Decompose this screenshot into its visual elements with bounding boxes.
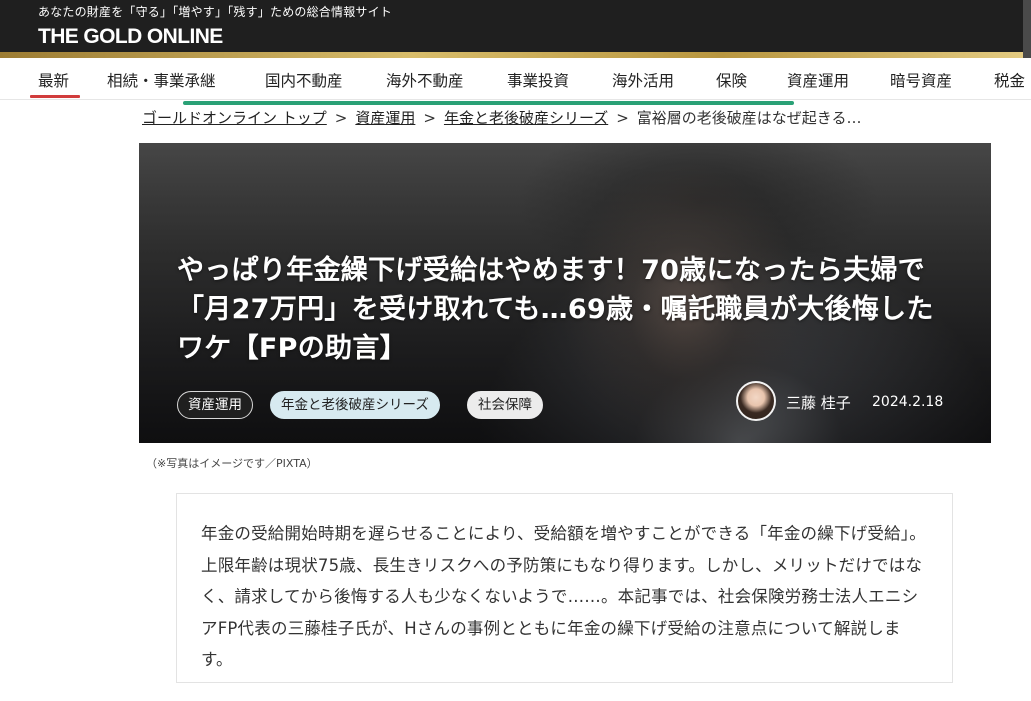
breadcrumb-link-asset-management[interactable]: 資産運用 — [355, 109, 415, 127]
breadcrumb-separator: > — [423, 109, 436, 127]
tag-asset-management[interactable]: 資産運用 — [177, 391, 253, 419]
post-date: 2024.2.18 — [872, 394, 944, 410]
tag-social-security[interactable]: 社会保障 — [467, 391, 543, 419]
article-lead-box: 年金の受給開始時期を遅らせることにより、受給額を増やすことができる「年金の繰下げ… — [176, 493, 953, 683]
nav-item-crypto[interactable]: 暗号資産 — [890, 69, 952, 91]
author-avatar[interactable] — [736, 381, 776, 421]
nav-active-indicator — [30, 95, 80, 98]
category-nav: 最新 相続・事業承継 国内不動産 海外不動産 事業投資 海外活用 保険 資産運用… — [0, 58, 1031, 100]
article-hero-image: やっぱり年金繰下げ受給はやめます！70歳になったら夫婦で「月27万円」を受け取れ… — [139, 143, 991, 443]
site-tagline: あなたの財産を「守る」「増やす」「残す」ための総合情報サイト — [38, 5, 393, 19]
nav-item-inheritance[interactable]: 相続・事業承継 — [107, 69, 216, 91]
nav-item-tax[interactable]: 税金 — [994, 69, 1025, 91]
breadcrumb-current: 富裕層の老後破産はなぜ起きる… — [636, 109, 862, 127]
nav-item-latest[interactable]: 最新 — [38, 69, 69, 91]
site-logo[interactable]: THE GOLD ONLINE — [38, 25, 223, 49]
breadcrumb-link-top[interactable]: ゴールドオンライン トップ — [142, 109, 327, 127]
site-header: あなたの財産を「守る」「増やす」「残す」ための総合情報サイト THE GOLD … — [0, 0, 1031, 58]
breadcrumb-link-series[interactable]: 年金と老後破産シリーズ — [444, 109, 608, 127]
nav-scroll-indicator[interactable] — [183, 101, 794, 105]
article-title: やっぱり年金繰下げ受給はやめます！70歳になったら夫婦で「月27万円」を受け取れ… — [177, 255, 934, 364]
breadcrumb-separator: > — [616, 109, 629, 127]
nav-item-overseas-use[interactable]: 海外活用 — [612, 69, 674, 91]
nav-item-domestic-real-estate[interactable]: 国内不動産 — [265, 69, 343, 91]
tag-pension-series[interactable]: 年金と老後破産シリーズ — [270, 391, 440, 419]
scrollbar[interactable] — [1023, 0, 1031, 58]
breadcrumb: ゴールドオンライン トップ > 資産運用 > 年金と老後破産シリーズ > 富裕層の老後破産は… — [142, 107, 862, 128]
photo-credit: （※写真はイメージです／PIXTA） — [146, 457, 318, 470]
nav-item-business-investment[interactable]: 事業投資 — [507, 69, 569, 91]
author-name[interactable]: 三藤 桂子 — [786, 392, 851, 413]
breadcrumb-separator: > — [334, 109, 348, 127]
nav-item-insurance[interactable]: 保険 — [716, 69, 747, 91]
nav-item-asset-management[interactable]: 資産運用 — [787, 69, 849, 91]
article-lead-text: 年金の受給開始時期を遅らせることにより、受給額を増やすことができる「年金の繰下げ… — [201, 524, 926, 669]
nav-item-overseas-real-estate[interactable]: 海外不動産 — [386, 69, 464, 91]
